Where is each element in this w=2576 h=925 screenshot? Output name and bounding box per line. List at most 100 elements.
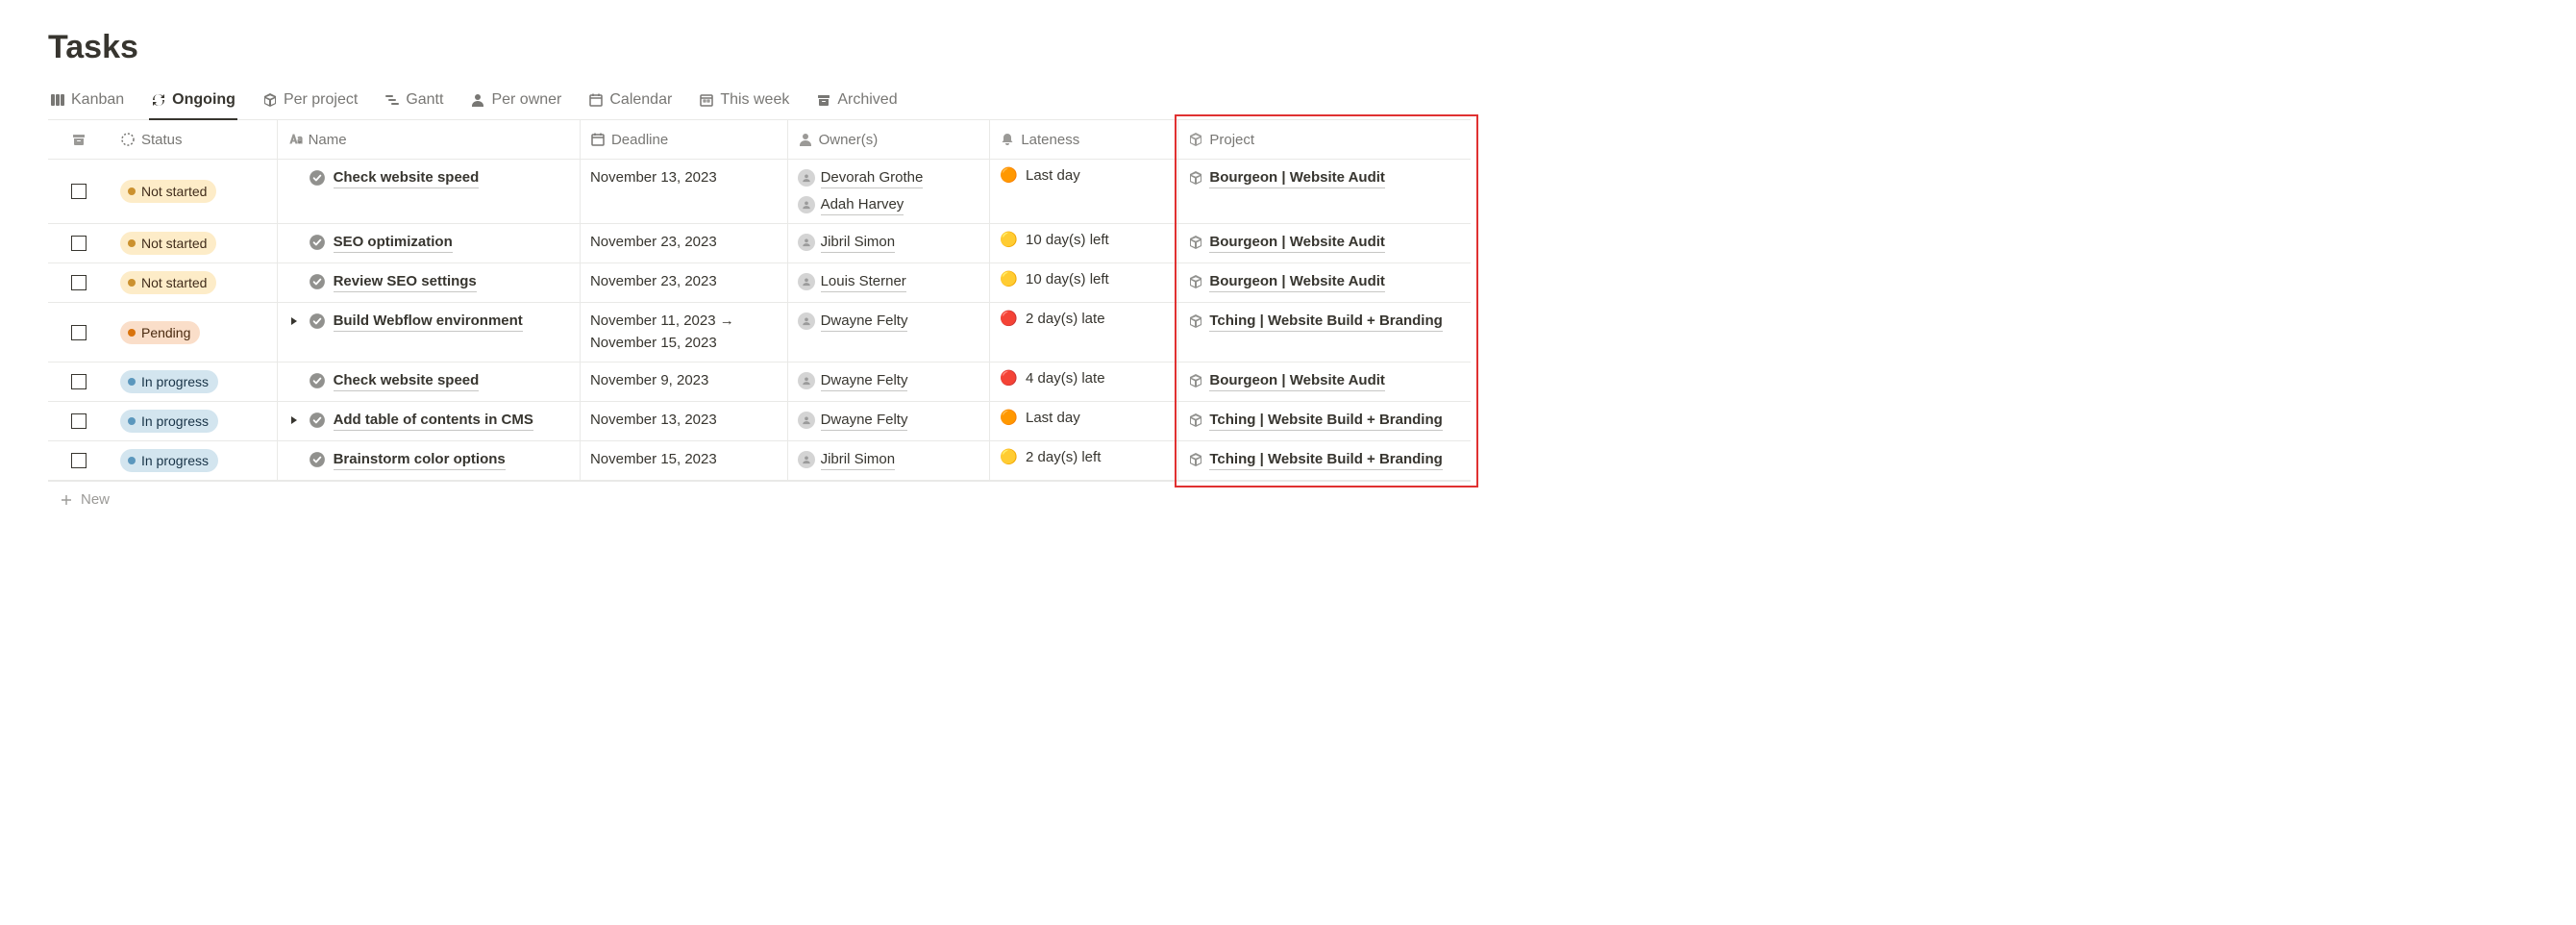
name-cell[interactable]: Check website speed [278,362,581,401]
status-cell[interactable]: Not started [111,160,278,223]
owners-cell[interactable]: Dwayne Felty [788,362,991,401]
name-cell[interactable]: SEO optimization [278,224,581,262]
row-checkbox[interactable] [71,184,87,199]
project-chip[interactable]: Bourgeon | Website Audit [1188,167,1385,188]
deadline-cell[interactable]: November 11, 2023 → November 15, 2023 [581,303,788,362]
tab-archived[interactable]: Archived [814,86,899,120]
lateness-cell[interactable]: 🔴2 day(s) late [990,303,1178,362]
task-name[interactable]: Check website speed [334,370,480,391]
table-row[interactable]: Pending Build Webflow environment November… [48,303,1471,362]
status-cell[interactable]: In progress [111,441,278,480]
name-cell[interactable]: Brainstorm color options [278,441,581,480]
row-checkbox[interactable] [71,236,87,251]
project-chip[interactable]: Tching | Website Build + Branding [1188,311,1442,332]
deadline-cell[interactable]: November 13, 2023 [581,402,788,440]
owners-cell[interactable]: Dwayne Felty [788,303,991,362]
project-chip[interactable]: Tching | Website Build + Branding [1188,410,1442,431]
table-row[interactable]: Not started SEO optimization November 23, … [48,224,1471,263]
project-chip[interactable]: Tching | Website Build + Branding [1188,449,1442,470]
task-name[interactable]: Check website speed [334,167,480,188]
deadline-cell[interactable]: November 13, 2023 [581,160,788,223]
name-cell[interactable]: Build Webflow environment [278,303,581,362]
tab-per-owner[interactable]: Per owner [468,86,563,120]
owner-chip[interactable]: Devorah Grothe [798,167,924,188]
task-name[interactable]: SEO optimization [334,232,453,253]
row-checkbox[interactable] [71,453,87,468]
row-checkbox[interactable] [71,413,87,429]
new-row-button[interactable]: New [48,482,1471,517]
project-cell[interactable]: Tching | Website Build + Branding [1178,441,1471,480]
project-cell[interactable]: Tching | Website Build + Branding [1178,303,1471,362]
lateness-status-icon: 🟠 [1000,411,1018,425]
name-cell[interactable]: Review SEO settings [278,263,581,302]
lateness-cell[interactable]: 🟡2 day(s) left [990,441,1178,480]
task-name[interactable]: Review SEO settings [334,271,477,292]
project-cell[interactable]: Tching | Website Build + Branding [1178,402,1471,440]
owners-cell[interactable]: Dwayne Felty [788,402,991,440]
owner-chip[interactable]: Louis Sterner [798,271,906,292]
owner-chip[interactable]: Jibril Simon [798,449,896,470]
expand-toggle[interactable] [287,415,301,425]
task-name[interactable]: Build Webflow environment [334,311,523,332]
owner-chip[interactable]: Jibril Simon [798,232,896,253]
project-cell[interactable]: Bourgeon | Website Audit [1178,362,1471,401]
tab-kanban[interactable]: Kanban [48,86,126,120]
status-cell[interactable]: Not started [111,263,278,302]
lateness-cell[interactable]: 🔴4 day(s) late [990,362,1178,401]
owners-cell[interactable]: Devorah Grothe Adah Harvey [788,160,991,223]
status-cell[interactable]: In progress [111,402,278,440]
column-header-project[interactable]: Project [1178,120,1471,159]
row-checkbox[interactable] [71,374,87,389]
owners-cell[interactable]: Louis Sterner [788,263,991,302]
table-row[interactable]: Not started Review SEO settings November 2… [48,263,1471,303]
owners-cell[interactable]: Jibril Simon [788,224,991,262]
status-cell[interactable]: In progress [111,362,278,401]
project-cell[interactable]: Bourgeon | Website Audit [1178,224,1471,262]
deadline-cell[interactable]: November 23, 2023 [581,263,788,302]
check-circle-icon [309,234,326,251]
project-chip[interactable]: Bourgeon | Website Audit [1188,271,1385,292]
owner-chip[interactable]: Adah Harvey [798,194,924,215]
owner-chip[interactable]: Dwayne Felty [798,311,908,332]
owner-chip[interactable]: Dwayne Felty [798,370,908,391]
row-checkbox[interactable] [71,275,87,290]
tab-gantt[interactable]: Gantt [383,86,445,120]
column-header-owners[interactable]: Owner(s) [788,120,991,159]
status-cell[interactable]: Not started [111,224,278,262]
expand-toggle[interactable] [287,316,301,326]
owners-cell[interactable]: Jibril Simon [788,441,991,480]
column-header-status[interactable]: Status [111,120,278,159]
deadline-cell[interactable]: November 9, 2023 [581,362,788,401]
table-row[interactable]: In progress Brainstorm color options Novem… [48,441,1471,481]
name-cell[interactable]: Add table of contents in CMS [278,402,581,440]
column-header-deadline[interactable]: Deadline [581,120,788,159]
lateness-cell[interactable]: 🟡10 day(s) left [990,263,1178,302]
table-row[interactable]: Not started Check website speed November 1… [48,160,1471,224]
tab-this-week[interactable]: This week [697,86,791,120]
column-header-lateness[interactable]: Lateness [990,120,1178,159]
task-name[interactable]: Brainstorm color options [334,449,506,470]
owner-chip[interactable]: Dwayne Felty [798,410,908,431]
status-cell[interactable]: Pending [111,303,278,362]
project-chip[interactable]: Bourgeon | Website Audit [1188,370,1385,391]
name-cell[interactable]: Check website speed [278,160,581,223]
deadline-cell[interactable]: November 23, 2023 [581,224,788,262]
lateness-status-icon: 🟡 [1000,233,1018,247]
project-cell[interactable]: Bourgeon | Website Audit [1178,160,1471,223]
table-row[interactable]: In progress Add table of contents in CMS N… [48,402,1471,441]
status-label: In progress [141,412,209,431]
tab-per-project[interactable]: Per project [260,86,359,120]
task-name[interactable]: Add table of contents in CMS [334,410,533,431]
tab-calendar[interactable]: Calendar [586,86,674,120]
project-cell[interactable]: Bourgeon | Website Audit [1178,263,1471,302]
deadline-cell[interactable]: November 15, 2023 [581,441,788,480]
project-chip[interactable]: Bourgeon | Website Audit [1188,232,1385,253]
lateness-cell[interactable]: 🟠Last day [990,402,1178,440]
lateness-cell[interactable]: 🟡10 day(s) left [990,224,1178,262]
tab-ongoing[interactable]: Ongoing [149,86,237,120]
lateness-cell[interactable]: 🟠Last day [990,160,1178,223]
row-checkbox[interactable] [71,325,87,340]
table-row[interactable]: In progress Check website speed November 9… [48,362,1471,402]
column-header-name[interactable]: Name [278,120,581,159]
person-icon [802,316,811,326]
